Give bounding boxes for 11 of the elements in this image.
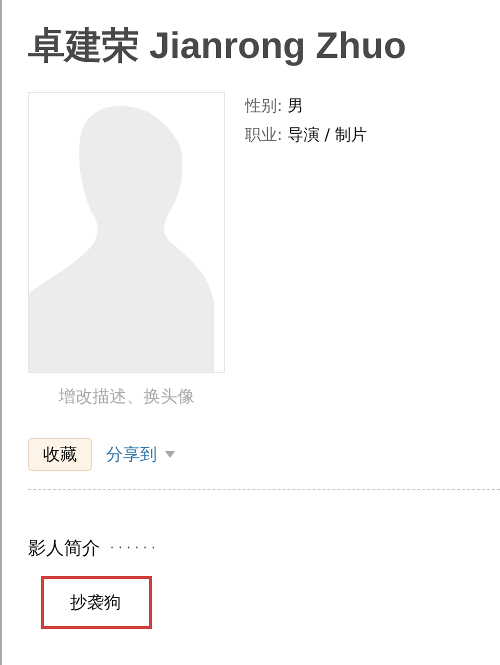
caret-icon — [165, 451, 175, 458]
info-label: 职业: — [245, 125, 282, 146]
collect-button[interactable]: 收藏 — [28, 438, 92, 471]
section-heading: 影人简介 — [28, 537, 100, 560]
info-value: 男 — [287, 96, 304, 117]
highlighted-text: 抄袭狗 — [41, 576, 152, 629]
dotted-leader: · · · · · · — [110, 540, 156, 556]
info-value: 导演 / 制片 — [287, 125, 367, 146]
info-label: 性别: — [245, 96, 282, 117]
share-link[interactable]: 分享到 — [106, 443, 175, 466]
person-name-title: 卓建荣 Jianrong Zhuo — [28, 24, 408, 68]
